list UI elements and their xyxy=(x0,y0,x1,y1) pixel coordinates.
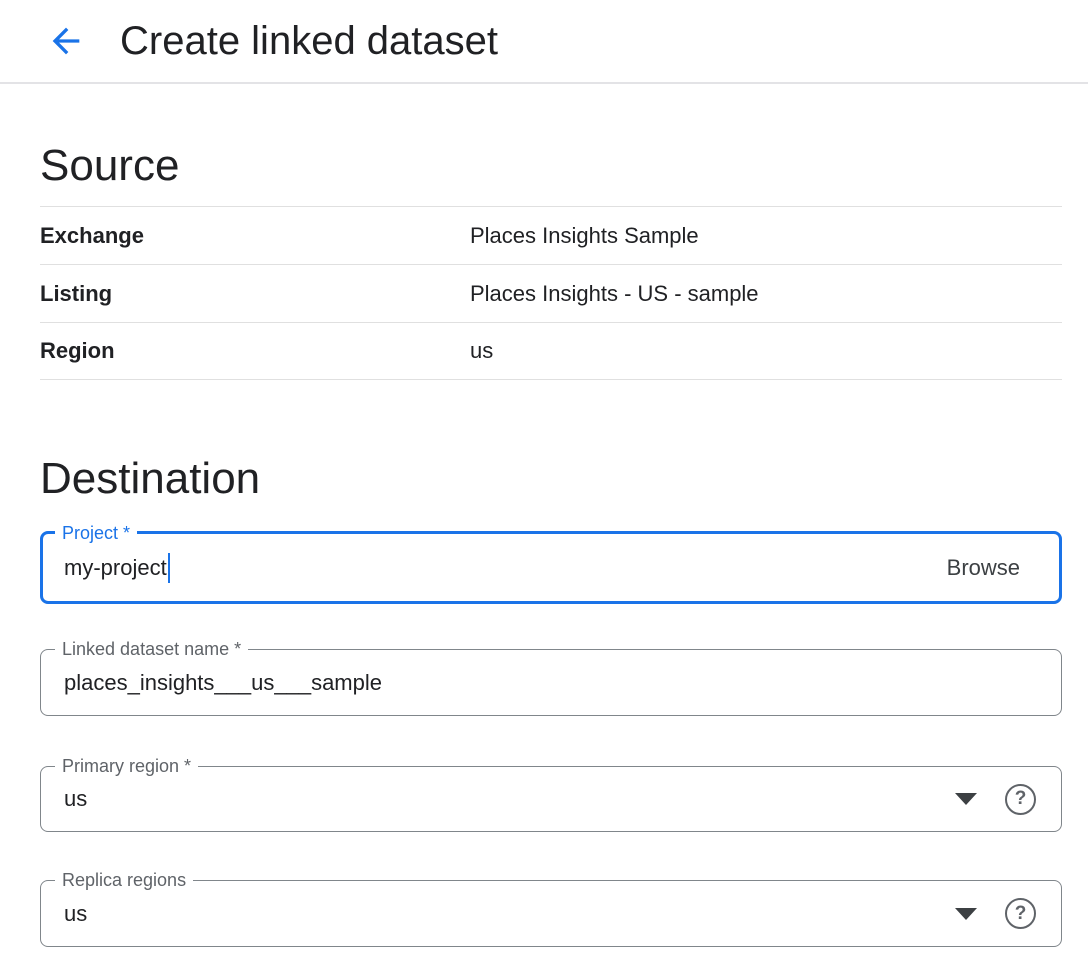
page-header: Create linked dataset xyxy=(0,0,1088,84)
arrow-back-icon xyxy=(46,21,86,61)
table-row-listing: Listing Places Insights - US - sample xyxy=(40,264,1062,322)
exchange-value: Places Insights Sample xyxy=(470,223,699,249)
source-heading: Source xyxy=(40,141,1062,191)
listing-label: Listing xyxy=(40,281,470,307)
table-row-exchange: Exchange Places Insights Sample xyxy=(40,206,1062,264)
region-label: Region xyxy=(40,338,470,364)
source-info-table: Exchange Places Insights Sample Listing … xyxy=(40,206,1062,380)
create-linked-dataset-form: Source Exchange Places Insights Sample L… xyxy=(0,141,1088,947)
primary-region-select[interactable]: Primary region * us ? xyxy=(40,766,1062,832)
linked-dataset-name-field[interactable]: Linked dataset name * places_insights___… xyxy=(40,649,1062,716)
arrow-drop-down-icon xyxy=(955,908,977,920)
listing-value: Places Insights - US - sample xyxy=(470,281,759,307)
text-caret xyxy=(168,553,171,583)
browse-button[interactable]: Browse xyxy=(947,555,1020,581)
page-title: Create linked dataset xyxy=(120,19,498,64)
replica-regions-value: us xyxy=(41,901,87,927)
linked-dataset-name-value[interactable]: places_insights___us___sample xyxy=(41,670,382,696)
primary-region-label: Primary region * xyxy=(55,756,198,776)
project-field[interactable]: Project * my-project Browse xyxy=(40,531,1062,604)
table-row-region: Region us xyxy=(40,322,1062,380)
region-value: us xyxy=(470,338,493,364)
project-input-value[interactable]: my-project xyxy=(43,555,167,581)
replica-regions-select[interactable]: Replica regions us ? xyxy=(40,880,1062,947)
help-icon[interactable]: ? xyxy=(1005,898,1036,929)
project-field-label: Project * xyxy=(55,523,137,543)
arrow-drop-down-icon xyxy=(955,793,977,805)
back-button[interactable] xyxy=(44,19,88,63)
exchange-label: Exchange xyxy=(40,223,470,249)
help-icon[interactable]: ? xyxy=(1005,784,1036,815)
primary-region-value: us xyxy=(41,786,87,812)
destination-heading: Destination xyxy=(40,454,1062,504)
replica-regions-label: Replica regions xyxy=(55,870,193,890)
primary-region-trailing: ? xyxy=(955,784,1061,815)
replica-regions-trailing: ? xyxy=(955,898,1061,929)
linked-dataset-name-label: Linked dataset name * xyxy=(55,639,248,659)
